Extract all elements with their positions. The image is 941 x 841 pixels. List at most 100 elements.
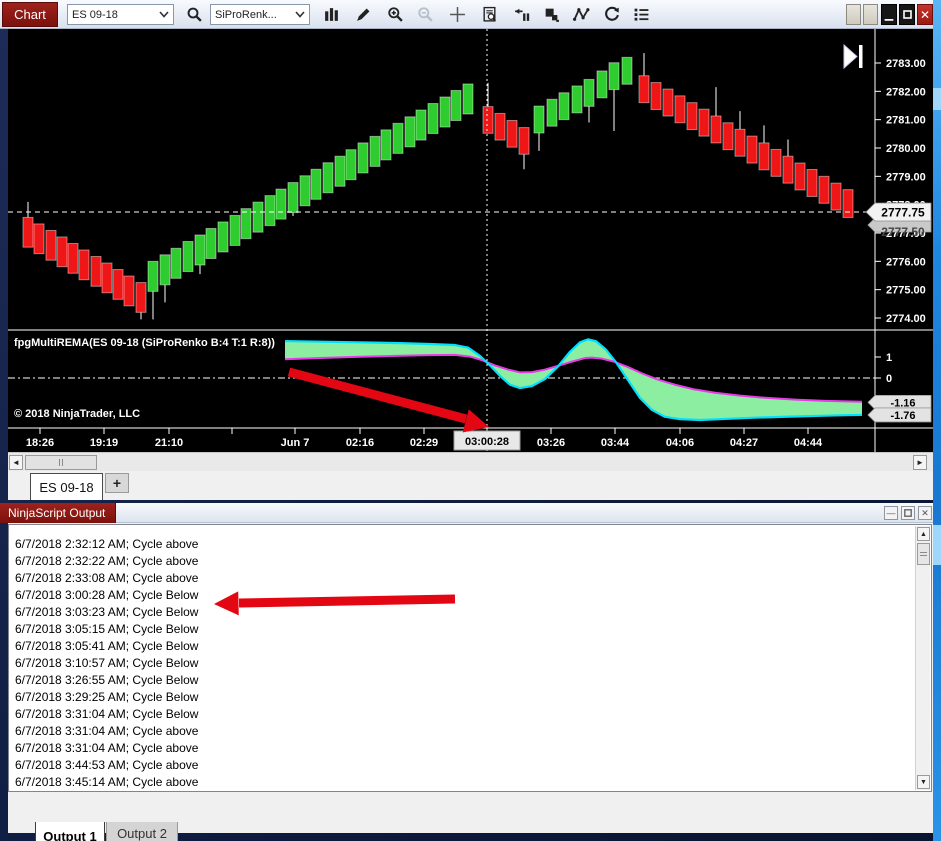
chart-window: 2783.002782.002781.002780.002779.002778.… [8, 29, 933, 500]
copyright-label: © 2018 NinjaTrader, LLC [14, 408, 140, 420]
restore-button[interactable] [899, 4, 915, 25]
time-axis: 18:26 19:19 21:10 Jun 7 02:16 02:29 03:26 03:44… [26, 428, 823, 449]
reload-button[interactable] [598, 3, 624, 26]
chevron-down-icon [159, 11, 169, 18]
output-vertical-scrollbar[interactable]: ▲ ▼ [915, 526, 930, 790]
time-tick-label: Jun 7 [281, 437, 310, 449]
output-tab-row: Output 1 Output 2 [8, 822, 933, 841]
strip-highlight [933, 525, 941, 565]
time-tick-label: 04:44 [794, 437, 823, 449]
crosshair-icon [449, 7, 465, 22]
tab-output-1[interactable]: Output 1 [35, 822, 105, 841]
panels-button[interactable] [538, 3, 564, 26]
window-title-badge: Chart [2, 2, 58, 27]
chart-tab-row: ES 09-18 + [8, 471, 933, 500]
print-preview-icon [482, 6, 496, 22]
chart-style-icon [324, 8, 338, 21]
time-tick-label: 03:26 [537, 437, 565, 449]
scroll-thumb[interactable] [917, 543, 930, 565]
output-minimize-button[interactable]: — [884, 506, 898, 520]
scroll-up-button[interactable]: ▲ [917, 527, 930, 541]
magnifier-icon [187, 7, 202, 22]
output-titlebar[interactable]: NinjaScript Output — ✕ [0, 503, 933, 523]
preset-value: SiProRenk... [215, 8, 277, 21]
ninjascript-output-window: NinjaScript Output — ✕ 6/7/2018 2:32:12 … [0, 503, 933, 841]
add-tab-button[interactable]: + [105, 473, 129, 493]
output-title-badge: NinjaScript Output [0, 503, 117, 523]
print-preview-button[interactable] [476, 3, 502, 26]
output-restore-button[interactable] [901, 506, 915, 520]
zoom-out-icon [417, 7, 433, 22]
price-tick-label: 2782.00 [886, 86, 926, 98]
indicator-value-tag: -1.76 [867, 407, 932, 423]
ninjatrader-workspace: Chart ES 09-18 SiProRenk... ▁ ✕ 2783.00 2… [0, 0, 941, 841]
indicators-button[interactable] [568, 3, 594, 26]
svg-text:2777.50: 2777.50 [881, 225, 925, 239]
chart-style-button[interactable] [318, 3, 344, 26]
strip-highlight [933, 88, 941, 110]
renko-bars [22, 53, 854, 320]
indicator-fill-band [285, 339, 862, 420]
indicator-tick-label: 1 [886, 352, 892, 364]
toolbar-blank-button[interactable] [863, 4, 878, 25]
go-to-end-icon[interactable] [843, 43, 863, 70]
scroll-thumb[interactable] [25, 455, 97, 470]
tab-es-09-18[interactable]: ES 09-18 [30, 473, 103, 500]
price-tick-label: 2776.00 [886, 256, 926, 268]
time-tick-label: 19:19 [90, 437, 118, 449]
minimize-button[interactable]: ▁ [881, 4, 897, 25]
price-tick-label: 2783.00 [886, 58, 926, 70]
zoom-out-button [412, 3, 438, 26]
chart-plot-area[interactable]: 2783.002782.002781.002780.002779.002778.… [8, 29, 933, 452]
crosshair-button[interactable] [444, 3, 470, 26]
indicator-tick-label: 0 [886, 373, 892, 385]
instrument-selector[interactable]: ES 09-18 [67, 4, 174, 25]
price-tick-label: 2774.00 [886, 313, 926, 325]
indicator-value-tag: -1.16 [867, 394, 932, 410]
restore-icon [904, 509, 912, 517]
drawing-tools-icon [356, 8, 369, 21]
toolbar-blank-button[interactable] [846, 4, 861, 25]
time-tick-label: 03:44 [601, 437, 630, 449]
instrument-lookup-button[interactable] [181, 3, 207, 26]
restore-icon [902, 10, 912, 19]
output-close-button[interactable]: ✕ [918, 506, 932, 520]
chart-toolbar: Chart ES 09-18 SiProRenk... ▁ ✕ [0, 0, 933, 29]
background-window-strip [933, 0, 941, 841]
svg-text:03:00:28: 03:00:28 [465, 436, 509, 448]
bar-spacing-button[interactable] [508, 3, 534, 26]
bar-spacing-icon [514, 8, 529, 21]
scroll-right-button[interactable]: ► [913, 455, 927, 470]
crosshair-time-tag: 03:00:28 [453, 430, 521, 451]
properties-icon [634, 8, 648, 21]
preset-selector[interactable]: SiProRenk... [210, 4, 310, 25]
price-tick-label: 2779.00 [886, 171, 926, 183]
time-tick-label: 02:16 [346, 437, 374, 449]
time-tick-label: 02:29 [410, 437, 438, 449]
price-tick-label: 2775.00 [886, 285, 926, 297]
indicator-axis: 10 [875, 352, 892, 385]
chart-horizontal-scrollbar[interactable]: ◄ ► [8, 452, 933, 471]
svg-text:2777.75: 2777.75 [881, 206, 925, 220]
tab-output-2[interactable]: Output 2 [106, 822, 178, 841]
time-tick-label: 04:27 [730, 437, 758, 449]
scroll-down-button[interactable]: ▼ [917, 775, 930, 789]
reload-icon [604, 6, 619, 21]
last-price-tag: 2777.75 [865, 202, 932, 222]
time-tick-label: 18:26 [26, 437, 54, 449]
output-client-area: 6/7/2018 2:32:12 AM; Cycle above 6/7/201… [8, 523, 933, 841]
zoom-in-button[interactable] [382, 3, 408, 26]
time-tick-label: 21:10 [155, 437, 183, 449]
zoom-in-icon [387, 7, 403, 22]
price-tick-label: 2780.00 [886, 143, 926, 155]
output-log-box[interactable]: 6/7/2018 2:32:12 AM; Cycle above 6/7/201… [8, 524, 932, 792]
properties-button[interactable] [628, 3, 654, 26]
panels-icon [545, 8, 559, 22]
indicators-icon [572, 7, 589, 21]
price-tick-label: 2781.00 [886, 115, 926, 127]
close-button[interactable]: ✕ [917, 4, 933, 25]
chevron-down-icon [295, 11, 305, 18]
drawing-tools-button[interactable] [350, 3, 376, 26]
scroll-left-button[interactable]: ◄ [9, 455, 23, 470]
price-axis: 2783.002782.002781.002780.002779.002778.… [875, 58, 926, 325]
